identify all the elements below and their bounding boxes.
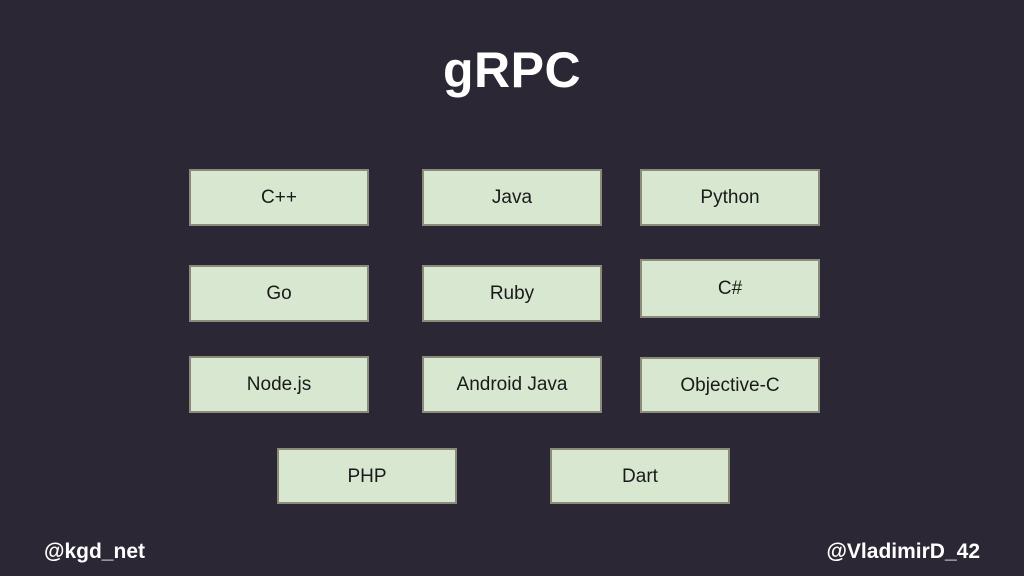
language-box: Objective-C (640, 357, 820, 413)
language-box: Python (640, 169, 820, 226)
slide-canvas: gRPC C++ Java Python Go Ruby C# Node.js Android… (0, 0, 1024, 576)
language-box: C# (640, 259, 820, 318)
language-box-label: PHP (347, 465, 387, 487)
language-box-label: Node.js (246, 374, 312, 395)
language-box-label: Android Java (456, 374, 568, 395)
language-box-label: Objective-C (680, 374, 780, 396)
language-box-label: Python (700, 187, 760, 208)
language-box: Dart (550, 448, 730, 504)
language-box-grid: C++ Java Python Go Ruby C# Node.js Android Java… (0, 0, 1024, 576)
footer-handle-left: @kgd_net (44, 540, 145, 563)
language-box: PHP (277, 448, 457, 504)
language-box: Ruby (422, 265, 602, 322)
language-box-label: Java (491, 187, 533, 208)
language-box: C++ (189, 169, 369, 226)
language-box-label: C++ (261, 187, 297, 208)
footer-handle-right: @VladimirD_42 (826, 540, 980, 563)
language-box-label: Dart (622, 465, 658, 487)
language-box-label: Go (266, 283, 292, 304)
language-box: Go (189, 265, 369, 322)
language-box: Node.js (189, 356, 369, 413)
language-box: Android Java (422, 356, 602, 413)
language-box-label: Ruby (489, 283, 535, 304)
language-box-label: C# (717, 278, 743, 299)
language-box: Java (422, 169, 602, 226)
